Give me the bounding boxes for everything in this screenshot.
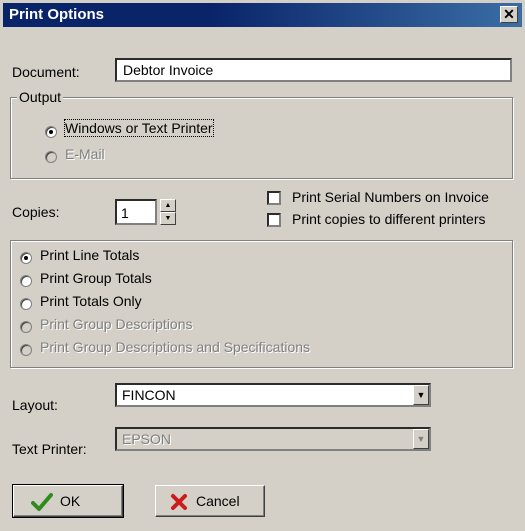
spin-up-button[interactable]: ▲ <box>160 199 176 212</box>
print-copies-checkbox[interactable] <box>267 213 281 227</box>
radio-windows-printer[interactable] <box>45 126 57 138</box>
radio-line-totals-label[interactable]: Print Line Totals <box>40 247 139 263</box>
x-icon <box>171 494 187 510</box>
radio-windows-printer-label[interactable]: Windows or Text Printer <box>64 119 214 137</box>
close-button[interactable]: ✕ <box>500 6 518 23</box>
copies-label: Copies: <box>12 204 60 220</box>
copies-field[interactable]: 1 <box>115 199 157 225</box>
text-printer-select: EPSON ▼ <box>115 427 431 451</box>
layout-select[interactable]: FINCON ▼ <box>115 383 431 407</box>
chevron-down-icon: ▼ <box>416 434 426 444</box>
layout-dropdown-button[interactable]: ▼ <box>413 385 429 405</box>
spin-down-button[interactable]: ▼ <box>160 212 176 225</box>
document-value: Debtor Invoice <box>123 62 214 78</box>
radio-line-totals[interactable] <box>20 252 32 264</box>
cancel-label: Cancel <box>196 493 240 509</box>
cancel-button[interactable]: Cancel <box>155 485 265 517</box>
output-group <box>10 97 513 179</box>
arrow-down-icon: ▼ <box>164 215 172 222</box>
radio-group-totals[interactable] <box>20 275 32 287</box>
window-title: Print Options <box>9 6 104 23</box>
copies-value: 1 <box>121 205 129 221</box>
close-icon: ✕ <box>503 6 515 22</box>
text-printer-label: Text Printer: <box>12 441 87 457</box>
ok-button[interactable]: OK <box>12 484 124 518</box>
document-field[interactable]: Debtor Invoice <box>115 58 512 82</box>
print-serial-checkbox[interactable] <box>267 191 281 205</box>
radio-group-descriptions <box>20 321 32 333</box>
arrow-up-icon: ▲ <box>164 202 172 209</box>
check-icon <box>31 493 53 511</box>
chevron-down-icon: ▼ <box>416 390 426 400</box>
radio-group-desc-specs-label: Print Group Descriptions and Specificati… <box>40 339 311 355</box>
document-label: Document: <box>12 64 80 80</box>
radio-email-label: E-Mail <box>65 146 105 162</box>
copies-spinner: ▲ ▼ <box>160 199 176 225</box>
radio-group-desc-specs <box>20 344 32 356</box>
print-copies-label[interactable]: Print copies to different printers <box>292 211 486 227</box>
layout-value: FINCON <box>122 387 176 403</box>
radio-totals-only[interactable] <box>20 298 32 310</box>
radio-email <box>45 151 57 163</box>
title-bar[interactable]: Print Options ✕ <box>3 3 522 27</box>
output-caption: Output <box>17 89 64 105</box>
print-serial-label[interactable]: Print Serial Numbers on Invoice <box>292 189 489 205</box>
layout-label: Layout: <box>12 397 58 413</box>
text-printer-dropdown-button: ▼ <box>413 429 429 449</box>
radio-group-totals-label[interactable]: Print Group Totals <box>40 270 152 286</box>
text-printer-value: EPSON <box>122 431 172 447</box>
radio-group-descriptions-label: Print Group Descriptions <box>40 316 193 332</box>
print-options-dialog: Print Options ✕ Document: Debtor Invoice… <box>0 0 525 531</box>
radio-totals-only-label[interactable]: Print Totals Only <box>40 293 142 309</box>
ok-label: OK <box>60 493 81 509</box>
